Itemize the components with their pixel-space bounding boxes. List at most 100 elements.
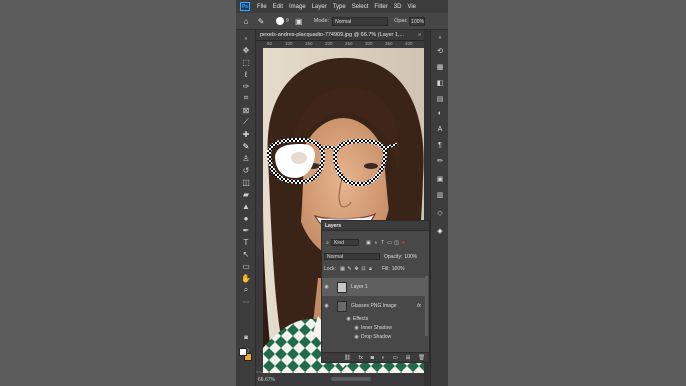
blend-row: Normal Opacity: 100% bbox=[324, 252, 417, 261]
history-brush-tool-icon[interactable]: ↺ bbox=[240, 165, 252, 175]
path-selection-tool-icon[interactable]: ↖ bbox=[240, 249, 252, 259]
lock-all-icon[interactable]: 🔒︎ bbox=[367, 266, 374, 272]
healing-brush-tool-icon[interactable]: ✚ bbox=[240, 129, 252, 139]
menu-edit[interactable]: Edit bbox=[270, 4, 286, 10]
lock-artboard-icon[interactable]: ⊡ bbox=[360, 266, 367, 272]
eyedropper-tool-icon[interactable]: ⟋ bbox=[240, 117, 252, 127]
paragraph-panel-icon[interactable]: ¶ bbox=[435, 140, 445, 150]
effects-label: Effects bbox=[353, 316, 369, 322]
properties-panel-icon[interactable]: ▦ bbox=[435, 62, 445, 72]
lock-position-icon[interactable]: ✥ bbox=[353, 266, 360, 272]
frame-tool-icon[interactable]: ⊠ bbox=[240, 105, 252, 115]
swatches-panel-icon[interactable]: ▤ bbox=[435, 94, 445, 104]
collapse-panels-icon[interactable]: « bbox=[435, 33, 445, 43]
filter-shape-icon[interactable]: ▭ bbox=[386, 240, 393, 246]
brush-settings-panel-icon[interactable]: ✏ bbox=[435, 156, 445, 166]
layer-row-glasses[interactable]: ◉ Glasses PNG Image fx bbox=[322, 298, 427, 314]
new-layer-icon[interactable]: ⊞ bbox=[406, 355, 411, 361]
fill-label: Fill: bbox=[381, 265, 390, 272]
visibility-eye-icon[interactable]: ◉ bbox=[322, 303, 331, 309]
layer-opacity-label: Opacity: bbox=[384, 253, 403, 260]
filter-pixel-icon[interactable]: ▣ bbox=[365, 240, 372, 246]
lock-row: Lock: ▦ ✎ ✥ ⊡ 🔒︎ Fill: 100% bbox=[324, 264, 405, 273]
visibility-eye-icon[interactable]: ◉ bbox=[322, 284, 331, 290]
lock-image-icon[interactable]: ✎ bbox=[346, 266, 353, 272]
ruler-label: 300 bbox=[365, 41, 373, 46]
eraser-tool-icon[interactable]: ◫ bbox=[240, 177, 252, 187]
lock-label: Lock: bbox=[324, 265, 336, 272]
visibility-eye-icon[interactable]: ◉ bbox=[344, 316, 353, 322]
layer-fx-badge[interactable]: fx bbox=[417, 303, 421, 309]
opacity-field[interactable]: 100% bbox=[409, 16, 426, 26]
new-adjustment-icon[interactable]: ◐ bbox=[382, 355, 385, 361]
zoom-tool-icon[interactable]: ⌕ bbox=[240, 285, 252, 295]
zoom-level[interactable]: 66.67% bbox=[258, 377, 275, 383]
menu-3d[interactable]: 3D bbox=[391, 4, 405, 10]
mode-select[interactable]: Normal bbox=[332, 16, 389, 26]
visibility-eye-icon[interactable]: ◉ bbox=[352, 334, 361, 340]
menu-file[interactable]: File bbox=[254, 4, 270, 10]
add-style-icon[interactable]: fx bbox=[359, 355, 363, 361]
document-tab[interactable]: pexels-andres-placquadio-774909.jpg @ 66… bbox=[256, 32, 404, 38]
lock-transparent-icon[interactable]: ▦ bbox=[339, 266, 346, 272]
brush-preset-picker[interactable] bbox=[276, 17, 284, 25]
channels-panel-icon[interactable]: ▥ bbox=[435, 190, 445, 200]
history-panel-icon[interactable]: ⟲ bbox=[435, 46, 445, 56]
filter-toggle-icon[interactable]: ● bbox=[400, 240, 407, 246]
lasso-tool-icon[interactable]: ℓ bbox=[240, 69, 252, 79]
foreground-color-swatch[interactable] bbox=[239, 348, 247, 356]
dodge-tool-icon[interactable]: ● bbox=[240, 213, 252, 223]
home-icon[interactable]: ⌂ bbox=[241, 16, 251, 26]
clone-stamp-tool-icon[interactable]: ♙ bbox=[240, 153, 252, 163]
libraries-panel-icon[interactable]: ▣ bbox=[435, 174, 445, 184]
gradient-tool-icon[interactable]: ▰ bbox=[240, 189, 252, 199]
effect-row-drop-shadow[interactable]: ◉ Drop Shadow bbox=[322, 333, 427, 341]
crop-tool-icon[interactable]: ⌗ bbox=[240, 93, 252, 103]
brush-tool-icon[interactable]: ✎ bbox=[240, 141, 252, 151]
fill-value[interactable]: 100% bbox=[392, 266, 405, 272]
layers-panel-icon[interactable]: ◈ bbox=[435, 226, 445, 236]
hand-tool-icon[interactable]: ✋ bbox=[240, 273, 252, 283]
color-panel-icon[interactable]: ◧ bbox=[435, 78, 445, 88]
marquee-tool-icon[interactable]: ⬚ bbox=[240, 57, 252, 67]
add-mask-icon[interactable]: ◙ bbox=[371, 355, 374, 361]
brush-tool-icon[interactable]: ✎ bbox=[256, 16, 266, 26]
move-tool-icon[interactable]: ✥ bbox=[240, 45, 252, 55]
adjustments-panel-icon[interactable]: ◐ bbox=[435, 108, 445, 118]
filter-kind-select[interactable]: Kind bbox=[331, 239, 359, 246]
menu-type[interactable]: Type bbox=[330, 4, 349, 10]
filter-adjustment-icon[interactable]: ◑ bbox=[372, 240, 379, 246]
menu-layer[interactable]: Layer bbox=[309, 4, 330, 10]
blend-mode-select[interactable]: Normal bbox=[324, 253, 380, 260]
delete-layer-icon[interactable]: 🗑︎ bbox=[418, 355, 425, 361]
horizontal-scrollbar[interactable] bbox=[331, 377, 371, 381]
edit-quick-mask-icon[interactable]: ◙ bbox=[240, 333, 252, 343]
tabs-overflow-icon[interactable]: » bbox=[418, 32, 421, 38]
filter-type-icon[interactable]: T bbox=[379, 240, 386, 246]
effects-row[interactable]: ◉ Effects bbox=[322, 315, 427, 323]
effect-row-inner-shadow[interactable]: ◉ Inner Shadow bbox=[322, 324, 427, 332]
link-layers-icon[interactable]: ⛓ bbox=[344, 355, 351, 361]
expand-toolbar-icon[interactable]: » bbox=[240, 34, 252, 44]
quick-select-tool-icon[interactable]: ✑ bbox=[240, 81, 252, 91]
panel-dock: « ⟲ ▦ ◧ ▤ ◐ A ¶ ✏ ▣ ▥ ◇ ◈ bbox=[430, 30, 448, 386]
paths-panel-icon[interactable]: ◇ bbox=[435, 208, 445, 218]
menu-select[interactable]: Select bbox=[349, 4, 372, 10]
character-panel-icon[interactable]: A bbox=[435, 124, 445, 134]
filter-smart-object-icon[interactable]: ◫ bbox=[393, 240, 400, 246]
layers-panel-title[interactable]: Layers bbox=[322, 221, 429, 231]
layer-opacity-value[interactable]: 100% bbox=[404, 254, 417, 260]
layers-scrollbar[interactable] bbox=[425, 276, 428, 336]
brush-settings-icon[interactable]: ▣ bbox=[294, 16, 304, 26]
menu-filter[interactable]: Filter bbox=[371, 4, 390, 10]
layer-row-layer-1[interactable]: ◉ Layer 1 bbox=[322, 278, 427, 296]
rectangle-tool-icon[interactable]: ▭ bbox=[240, 261, 252, 271]
more-tools-icon[interactable]: ⋯ bbox=[240, 297, 252, 307]
blur-tool-icon[interactable]: ▲ bbox=[240, 201, 252, 211]
pen-tool-icon[interactable]: ✒ bbox=[240, 225, 252, 235]
menu-view[interactable]: Vie bbox=[404, 4, 419, 10]
menu-image[interactable]: Image bbox=[286, 4, 309, 10]
visibility-eye-icon[interactable]: ◉ bbox=[352, 325, 361, 331]
type-tool-icon[interactable]: T bbox=[240, 237, 252, 247]
new-group-icon[interactable]: ▭ bbox=[393, 355, 398, 361]
